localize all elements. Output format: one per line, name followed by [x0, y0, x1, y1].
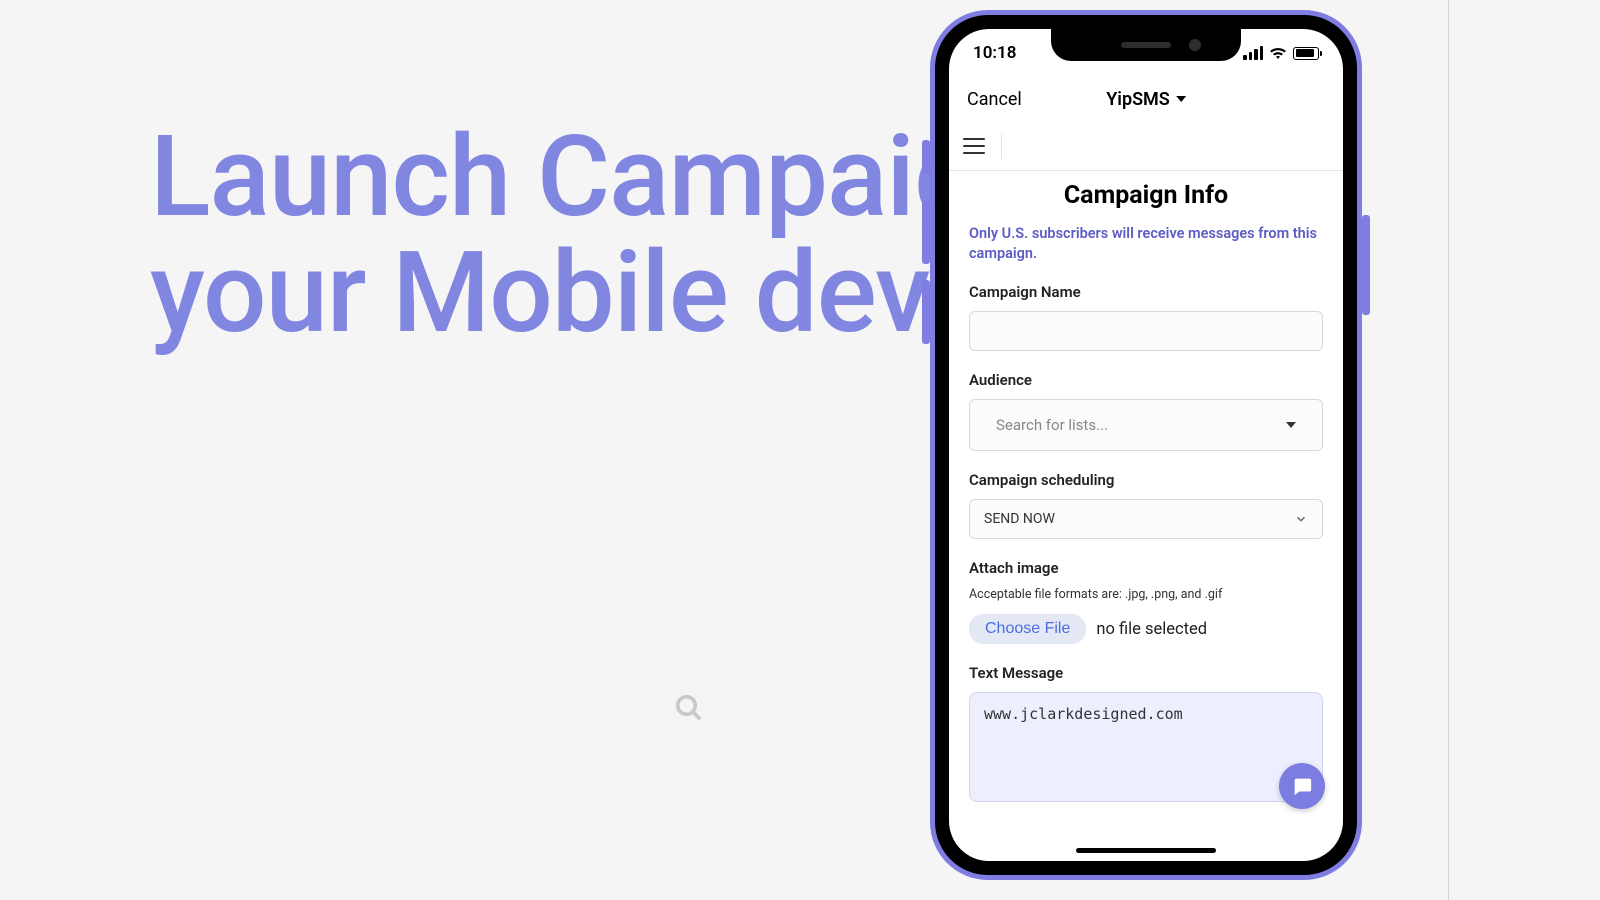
campaign-name-label: Campaign Name — [969, 283, 1323, 301]
campaign-name-input[interactable] — [969, 311, 1323, 351]
hero-headline: Launch Campaign's from your Mobile devic… — [150, 120, 1600, 353]
chevron-down-icon — [1294, 512, 1308, 526]
attach-hint: Acceptable file formats are: .jpg, .png,… — [969, 587, 1323, 602]
scheduling-label: Campaign scheduling — [969, 471, 1323, 489]
notice-text: Only U.S. subscribers will receive messa… — [969, 224, 1323, 263]
search-icon — [674, 693, 704, 727]
file-status: no file selected — [1096, 620, 1207, 639]
audience-label: Audience — [969, 371, 1323, 389]
text-message-label: Text Message — [969, 664, 1323, 682]
attach-image-label: Attach image — [969, 559, 1323, 577]
scheduling-value: SEND NOW — [984, 511, 1055, 527]
wifi-icon — [1269, 46, 1287, 60]
phone-side-button — [1362, 215, 1370, 315]
battery-icon — [1293, 47, 1319, 60]
app-title-dropdown[interactable]: YipSMS — [1106, 89, 1186, 110]
phone-side-button — [922, 140, 930, 174]
home-indicator — [1076, 848, 1216, 853]
phone-side-button — [922, 200, 930, 264]
text-message-input[interactable] — [969, 692, 1323, 802]
status-time: 10:18 — [973, 43, 1016, 63]
scheduling-select[interactable]: SEND NOW — [969, 499, 1323, 539]
signal-icon — [1243, 46, 1263, 60]
caret-down-icon — [1286, 422, 1296, 428]
choose-file-button[interactable]: Choose File — [969, 614, 1086, 644]
divider — [1001, 133, 1002, 159]
page-title: Campaign Info — [969, 181, 1323, 210]
audience-select[interactable]: Search for lists... — [969, 399, 1323, 451]
chat-widget-button[interactable] — [1279, 763, 1325, 809]
audience-placeholder: Search for lists... — [996, 416, 1108, 434]
chat-icon — [1291, 775, 1313, 797]
phone-mockup: 10:18 Cancel YipSMS — [930, 10, 1362, 880]
hamburger-menu-icon[interactable] — [963, 138, 985, 154]
cancel-button[interactable]: Cancel — [967, 89, 1022, 110]
app-header: Cancel YipSMS — [949, 77, 1343, 121]
phone-side-button — [922, 280, 930, 344]
caret-down-icon — [1176, 96, 1186, 102]
phone-notch — [1051, 29, 1241, 61]
